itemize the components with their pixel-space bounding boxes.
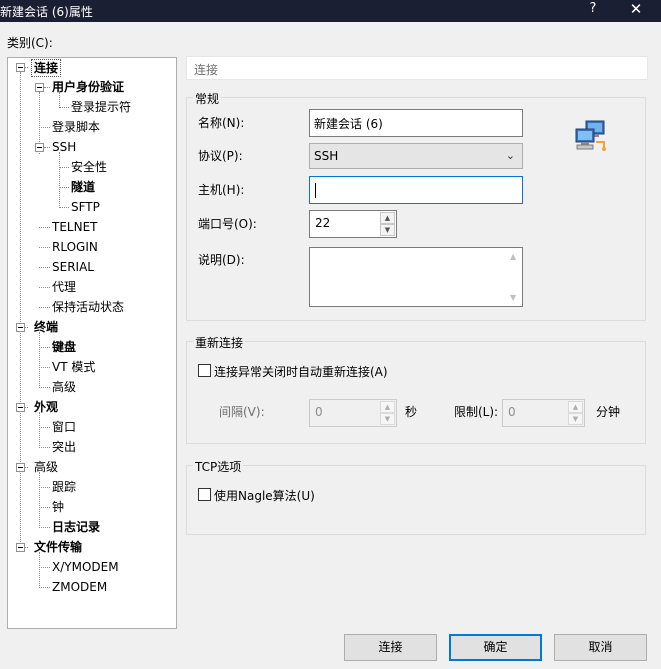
text-caret [315,183,316,198]
name-label: 名称(N): [198,116,245,130]
tree-item-xymodem[interactable]: X/YMODEM [52,559,119,575]
close-button[interactable]: ✕ [626,0,646,18]
tree-item-vt-mode[interactable]: VT 模式 [52,359,95,375]
interval-label: 间隔(V): [219,405,265,419]
tree-expander-appearance[interactable] [16,403,25,412]
page-title: 连接 [194,63,219,77]
tree-item-connection[interactable]: 连接 [31,59,62,77]
category-tree[interactable]: 连接 用户身份验证 登录提示符 登录脚本 SSH 安全性 隧道 SFTP TEL… [7,57,177,629]
protocol-select-value: SSH [314,149,339,163]
tree-item-telnet[interactable]: TELNET [52,219,98,235]
spin-down-icon[interactable]: ▼ [568,413,583,425]
tree-expander-advanced[interactable] [16,463,25,472]
name-field[interactable]: 新建会话 (6) [309,109,523,137]
tree-expander-auth[interactable] [35,83,44,92]
scroll-down-icon: ▼ [510,293,517,302]
connect-button[interactable]: 连接 [344,634,437,661]
tree-item-window[interactable]: 窗口 [52,419,76,435]
tree-item-terminal-advanced[interactable]: 高级 [52,379,76,395]
port-label: 端口号(O): [198,217,257,231]
tree-expander-file-transfer[interactable] [16,543,25,552]
general-group-title: 常规 [193,90,222,107]
description-label: 说明(D): [198,253,245,267]
tree-expander-ssh[interactable] [35,143,44,152]
tree-item-security[interactable]: 安全性 [71,159,107,175]
help-button[interactable]: ? [586,1,600,16]
tree-item-zmodem[interactable]: ZMODEM [52,579,107,595]
port-spinner[interactable]: 22 ▲ ▼ [309,210,397,238]
tree-item-rlogin[interactable]: RLOGIN [52,239,98,255]
reconnect-group [186,341,646,444]
title-bar: 新建会话 (6)属性 ? ✕ [0,0,661,22]
nagle-label[interactable]: 使用Nagle算法(U) [214,487,315,504]
spin-up-icon[interactable]: ▲ [380,401,395,413]
protocol-label: 协议(P): [198,149,243,163]
tree-item-keep-alive[interactable]: 保持活动状态 [52,299,124,315]
nagle-checkbox[interactable] [198,488,211,501]
host-field[interactable] [309,176,523,204]
cancel-button[interactable]: 取消 [554,634,647,661]
tree-item-trace[interactable]: 跟踪 [52,479,76,495]
spin-up-icon[interactable]: ▲ [568,401,583,413]
tree-item-file-transfer[interactable]: 文件传输 [34,539,82,555]
tree-item-ssh[interactable]: SSH [52,139,76,155]
limit-spinner[interactable]: 0 ▲ ▼ [502,399,585,427]
scroll-up-icon: ▲ [510,252,517,261]
spin-down-icon[interactable]: ▼ [380,224,395,236]
tree-item-login-prompt[interactable]: 登录提示符 [71,99,131,115]
network-computers-icon [575,120,606,151]
limit-value: 0 [508,405,516,419]
category-label: 类别(C): [7,36,53,50]
tree-item-keyboard[interactable]: 键盘 [52,339,76,355]
interval-value: 0 [315,405,323,419]
tree-expander-terminal[interactable] [16,323,25,332]
tree-item-highlight[interactable]: 突出 [52,439,76,455]
tree-item-appearance[interactable]: 外观 [34,399,58,415]
name-field-value: 新建会话 (6) [314,117,383,131]
tree-item-advanced[interactable]: 高级 [34,459,58,475]
tree-expander-connection[interactable] [16,63,25,72]
tree-item-sftp[interactable]: SFTP [71,199,100,215]
interval-unit: 秒 [405,405,418,419]
tree-item-logging[interactable]: 日志记录 [52,519,100,535]
tree-item-bell[interactable]: 钟 [52,499,64,515]
reconnect-group-title: 重新连接 [193,334,246,351]
ok-button[interactable]: 确定 [449,634,542,661]
tree-item-tunnel[interactable]: 隧道 [71,179,95,195]
spin-down-icon[interactable]: ▼ [380,413,395,425]
port-value: 22 [315,216,331,230]
tree-item-terminal[interactable]: 终端 [34,319,58,335]
auto-reconnect-label[interactable]: 连接异常关闭时自动重新连接(A) [214,363,388,380]
host-label: 主机(H): [198,183,245,197]
window-title: 新建会话 (6)属性 [0,5,93,19]
tcp-group-title: TCP选项 [193,458,244,475]
tree-item-serial[interactable]: SERIAL [52,259,94,275]
limit-unit: 分钟 [596,405,621,419]
spin-up-icon[interactable]: ▲ [380,212,395,224]
description-field[interactable]: ▲ ▼ [309,247,523,307]
description-scrollbar[interactable]: ▲ ▼ [507,249,521,305]
tree-item-proxy[interactable]: 代理 [52,279,76,295]
interval-spinner[interactable]: 0 ▲ ▼ [309,399,397,427]
page-header: 连接 [186,56,648,80]
limit-label: 限制(L): [454,405,499,419]
tree-item-login-script[interactable]: 登录脚本 [52,119,100,135]
auto-reconnect-checkbox[interactable] [198,364,211,377]
tree-item-auth[interactable]: 用户身份验证 [52,79,124,95]
protocol-select[interactable]: SSH ⌄ [309,143,523,169]
chevron-down-icon: ⌄ [505,149,515,162]
